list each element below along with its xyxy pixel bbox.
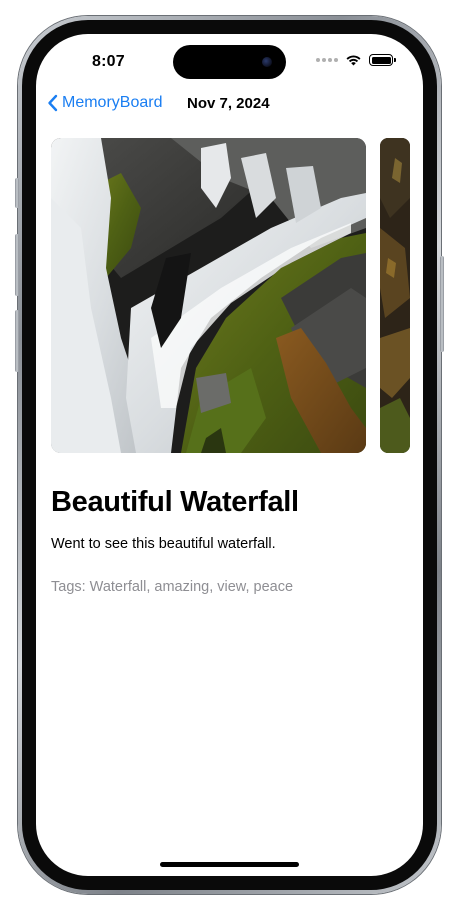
memory-photo[interactable] (51, 138, 366, 453)
front-camera-icon (262, 57, 272, 67)
nav-title: Nov 7, 2024 (187, 95, 270, 112)
dynamic-island (173, 45, 286, 79)
volume-up-button (15, 234, 19, 296)
back-button[interactable]: MemoryBoard (47, 94, 162, 112)
cellular-signal-icon (316, 58, 338, 62)
waterfall-image (51, 138, 366, 453)
memory-tags: Tags: Waterfall, amazing, view, peace (51, 579, 294, 595)
next-photo-image (380, 138, 410, 453)
power-button (440, 256, 444, 352)
screen: 8:07 MemoryBoard Nov 7, 2024 Beautiful W… (36, 34, 423, 876)
memory-title: Beautiful Waterfall (51, 486, 299, 518)
device-frame: 8:07 MemoryBoard Nov 7, 2024 Beautiful W… (0, 0, 459, 911)
chevron-left-icon (48, 94, 58, 112)
status-icons (316, 54, 396, 66)
home-indicator[interactable] (160, 862, 299, 867)
back-button-label: MemoryBoard (62, 94, 163, 111)
wifi-icon (346, 55, 361, 66)
status-time: 8:07 (92, 53, 125, 70)
volume-down-button (15, 310, 19, 372)
memory-description: Went to see this beautiful waterfall. (51, 536, 276, 552)
next-photo-peek[interactable] (380, 138, 410, 453)
battery-icon (369, 54, 396, 66)
action-button (15, 178, 19, 208)
